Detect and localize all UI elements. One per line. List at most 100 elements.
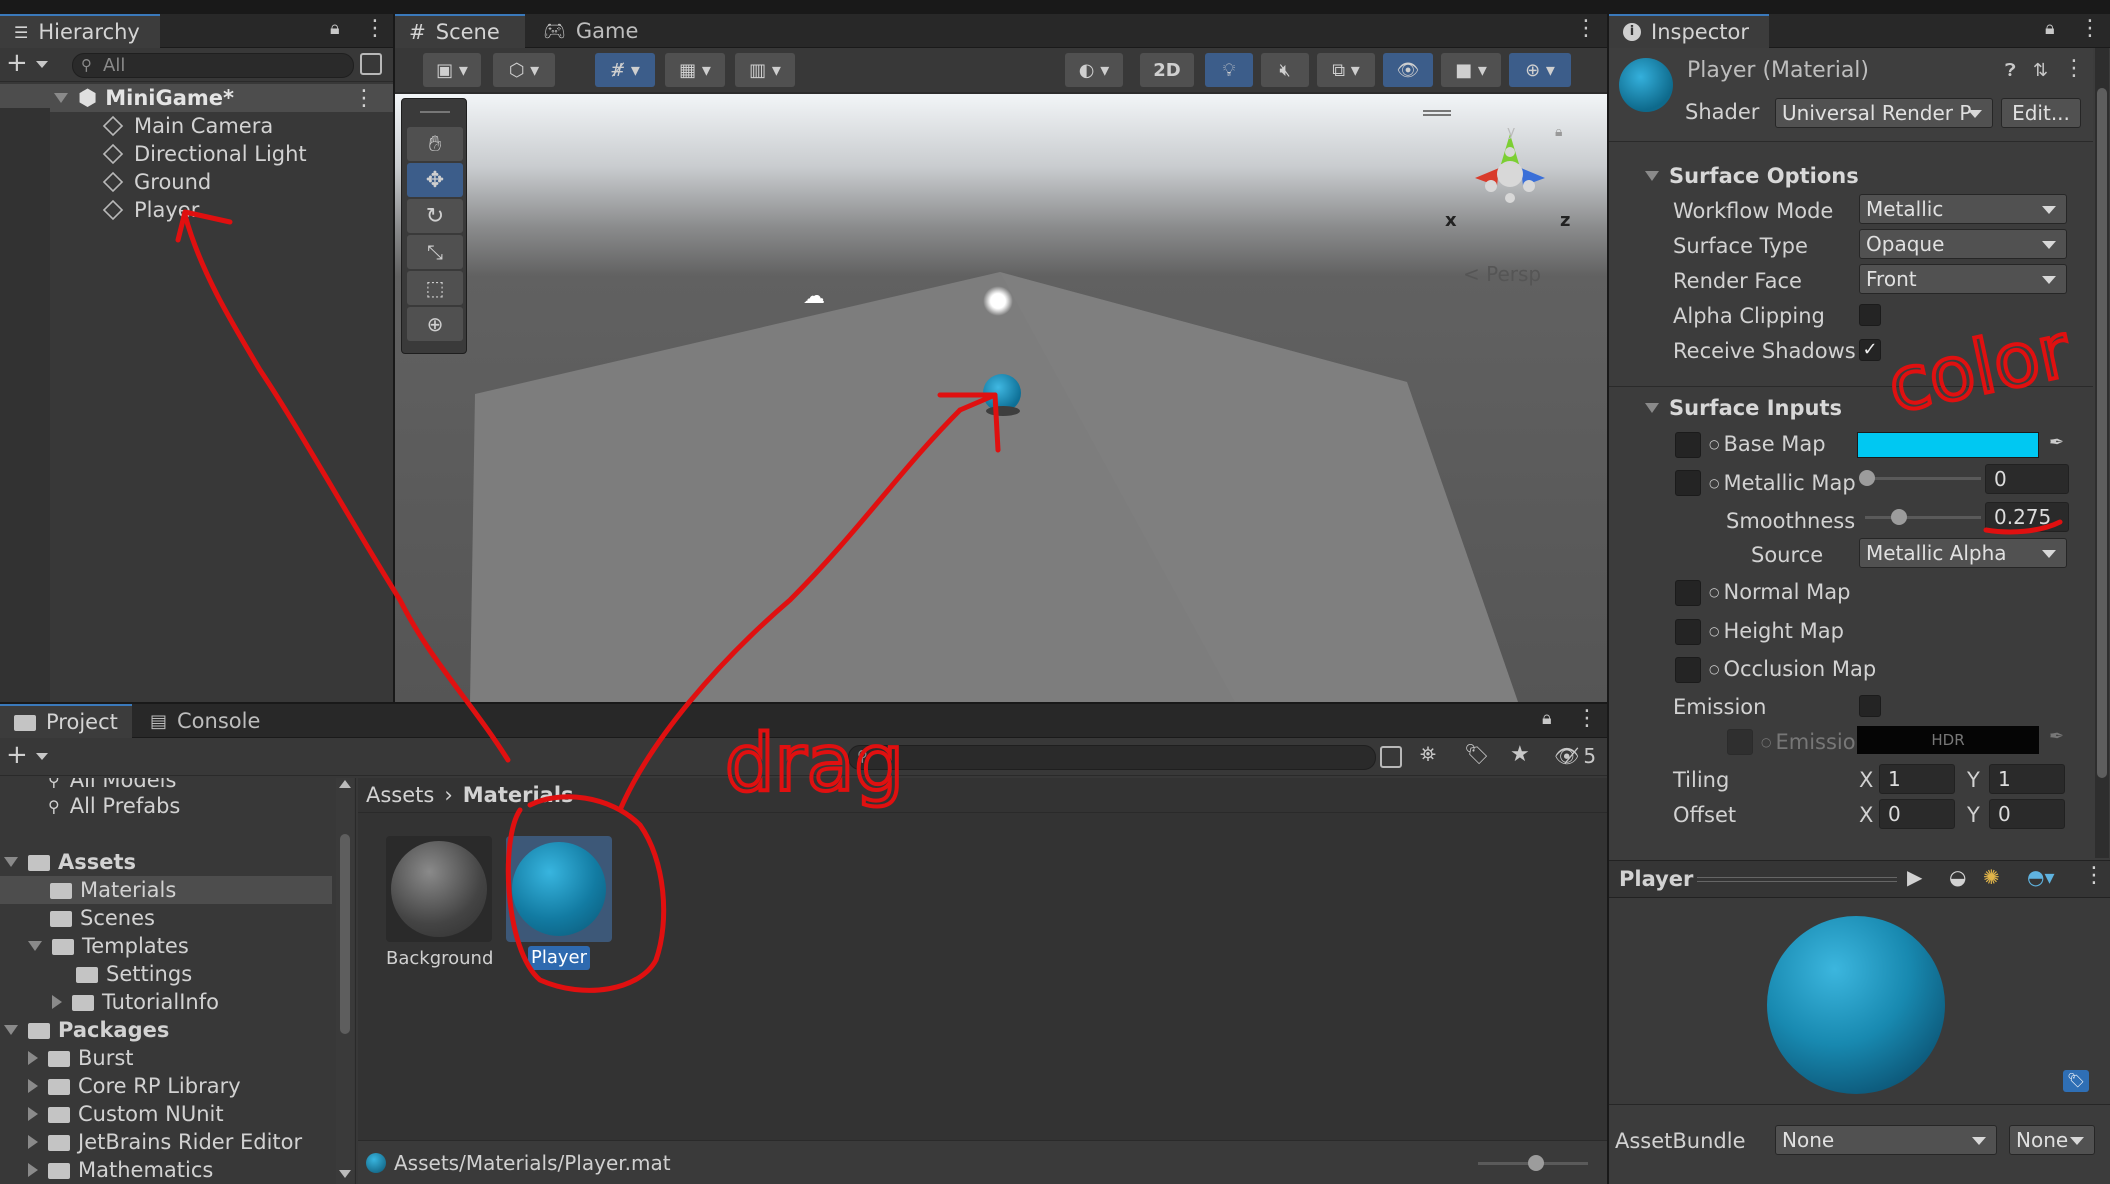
smoothness-source-dropdown[interactable]: Metallic Alpha xyxy=(1859,538,2067,568)
grid-toggle-button[interactable]: ▦ ▾ xyxy=(665,53,725,87)
lighting-toggle-button[interactable]: 💡︎ xyxy=(1205,53,1253,87)
occlusion-map-texture-slot[interactable] xyxy=(1675,657,1701,683)
toggle-2d-button[interactable]: 2D xyxy=(1140,53,1194,87)
tab-project[interactable]: Project xyxy=(0,704,132,738)
hierarchy-item-player[interactable]: Player xyxy=(102,196,199,224)
sidebar-item-settings[interactable]: Settings xyxy=(76,960,192,988)
kebab-menu-icon[interactable]: ⋮ xyxy=(2083,863,2105,888)
kebab-menu-icon[interactable]: ⋮ xyxy=(364,16,386,41)
grid-snap-button[interactable]: #̸ ▾ xyxy=(595,53,655,87)
expand-arrow-icon[interactable] xyxy=(28,1135,38,1149)
tab-scene[interactable]: # Scene xyxy=(395,14,525,48)
rect-tool-button[interactable]: ⬚ xyxy=(407,271,463,305)
add-icon[interactable]: + xyxy=(6,48,28,78)
scroll-down-icon[interactable] xyxy=(339,1170,351,1178)
base-color-swatch[interactable] xyxy=(1857,432,2039,458)
asset-tile-player[interactable]: Player xyxy=(506,836,612,972)
rotate-tool-button[interactable]: ↻ xyxy=(407,199,463,233)
metallic-slider-track[interactable] xyxy=(1865,477,1981,480)
sidebar-item-custom-nunit[interactable]: Custom NUnit xyxy=(28,1100,224,1128)
scroll-up-icon[interactable] xyxy=(339,780,351,788)
camera-gizmo-icon[interactable]: ☁︎ xyxy=(803,284,825,309)
palette-handle[interactable] xyxy=(420,111,450,113)
hierarchy-search-input[interactable]: ⚲ All xyxy=(72,53,354,78)
hierarchy-item-main-camera[interactable]: Main Camera xyxy=(102,112,273,140)
smoothness-slider-thumb[interactable] xyxy=(1890,509,1907,525)
workflow-mode-dropdown[interactable]: Metallic xyxy=(1859,194,2067,224)
kebab-menu-icon[interactable]: ⋮ xyxy=(1576,706,1598,731)
tab-console[interactable]: ▤ Console xyxy=(136,704,276,738)
base-map-texture-slot[interactable] xyxy=(1675,432,1701,458)
preview-drag-bar[interactable] xyxy=(1697,877,1897,882)
scale-tool-button[interactable]: ⤡ xyxy=(407,235,463,269)
icon-size-slider-thumb[interactable] xyxy=(1528,1155,1544,1171)
persp-label[interactable]: < Persp xyxy=(1463,262,1541,286)
chevron-down-icon[interactable] xyxy=(36,753,48,760)
effects-button[interactable]: ⧉ ▾ xyxy=(1317,53,1375,87)
preset-icon[interactable]: ⇅ xyxy=(2033,60,2048,81)
expand-arrow-icon[interactable] xyxy=(28,1051,38,1065)
favorite-icon[interactable]: ★ xyxy=(1510,742,1530,767)
tiling-y-field[interactable]: 1 xyxy=(1989,764,2065,794)
chevron-down-icon[interactable] xyxy=(36,61,48,68)
scene-visibility-button[interactable]: 👁︎ xyxy=(1383,53,1433,87)
transform-tool-button[interactable]: ⊕ xyxy=(407,307,463,341)
expand-arrow-icon[interactable] xyxy=(4,857,18,867)
shading-mode-button[interactable]: ◐ ▾ xyxy=(1065,53,1123,87)
expand-arrow-icon[interactable] xyxy=(28,1107,38,1121)
directional-light-icon[interactable] xyxy=(983,286,1013,316)
move-tool-button[interactable]: ✥ xyxy=(407,163,463,197)
sidebar-item-core-rp-library[interactable]: Core RP Library xyxy=(28,1072,241,1100)
metallic-value-field[interactable]: 0 xyxy=(1985,464,2069,494)
surface-type-dropdown[interactable]: Opaque xyxy=(1859,229,2067,259)
breadcrumb-materials[interactable]: Materials xyxy=(463,783,574,807)
scrollbar-thumb[interactable] xyxy=(2097,88,2107,778)
sphere-mesh-icon[interactable]: ◒ xyxy=(1949,865,1966,889)
preview-shape-dropdown[interactable]: ◓▾ xyxy=(2027,865,2055,889)
edit-shader-button[interactable]: Edit... xyxy=(2001,98,2081,128)
sidebar-scrollbar[interactable] xyxy=(336,778,354,1184)
increment-snap-button[interactable]: ▥ ▾ xyxy=(735,53,795,87)
surface-options-header[interactable]: Surface Options xyxy=(1645,162,1859,190)
tab-hierarchy[interactable]: ☰ Hierarchy xyxy=(0,14,160,48)
gizmos-button[interactable]: ⊕ ▾ xyxy=(1509,53,1571,87)
lock-icon[interactable]: 🔒︎ xyxy=(2045,18,2055,39)
surface-inputs-header[interactable]: Surface Inputs xyxy=(1645,394,1842,422)
scene-viewport[interactable]: ☁︎ ✋︎ ✥ ↻ ⤡ ⬚ ⊕ y x z 🔒︎ < Persp xyxy=(395,94,1607,702)
sidebar-item-tutorialinfo[interactable]: TutorialInfo xyxy=(52,988,219,1016)
kebab-menu-icon[interactable]: ⋮ xyxy=(353,86,375,111)
smoothness-slider-track[interactable] xyxy=(1865,516,1981,519)
expand-arrow-icon[interactable] xyxy=(54,93,68,103)
kebab-menu-icon[interactable]: ⋮ xyxy=(2079,16,2101,41)
sidebar-item-mathematics[interactable]: Mathematics xyxy=(28,1156,213,1184)
audio-toggle-button[interactable]: 🔇︎ xyxy=(1261,53,1309,87)
metallic-slider-thumb[interactable] xyxy=(1859,470,1875,486)
kebab-menu-icon[interactable]: ⋮ xyxy=(2063,56,2085,81)
tiling-x-field[interactable]: 1 xyxy=(1879,764,1955,794)
expand-arrow-icon[interactable] xyxy=(4,1025,18,1035)
sidebar-item-materials[interactable]: Materials xyxy=(0,876,332,904)
hand-tool-button[interactable]: ✋︎ xyxy=(407,127,463,161)
hierarchy-item-directional-light[interactable]: Directional Light xyxy=(102,140,307,168)
expand-arrow-icon[interactable] xyxy=(28,941,42,951)
project-search-input[interactable]: ⚲ xyxy=(848,745,1376,770)
scene-camera-button[interactable]: ■ ▾ xyxy=(1441,53,1501,87)
shader-dropdown[interactable]: Universal Render P xyxy=(1775,98,1993,128)
help-icon[interactable]: ❓︎ xyxy=(2005,60,2016,81)
camera-settings-button[interactable]: ⬡ ▾ xyxy=(493,53,555,87)
sidebar-item-assets[interactable]: Assets xyxy=(4,848,136,876)
expand-arrow-icon[interactable] xyxy=(28,1079,38,1093)
smoothness-value-field[interactable]: 0.275 xyxy=(1985,502,2069,532)
light-toggle-icon[interactable]: ✺ xyxy=(1983,865,2000,889)
sidebar-item-jetbrains-rider-editor[interactable]: JetBrains Rider Editor xyxy=(28,1128,302,1156)
lock-icon[interactable]: 🔒︎ xyxy=(330,18,340,39)
normal-map-texture-slot[interactable] xyxy=(1675,580,1701,606)
add-icon[interactable]: + xyxy=(6,740,28,770)
emission-checkbox[interactable] xyxy=(1859,695,1881,717)
label-filter-icon[interactable]: 🏷︎ xyxy=(1464,742,1489,766)
height-map-texture-slot[interactable] xyxy=(1675,619,1701,645)
scene-row[interactable]: ⬢ MiniGame* ⋮ xyxy=(0,84,393,112)
sidebar-item-all-prefabs[interactable]: ⚲ All Prefabs xyxy=(48,792,180,820)
gizmo-lock-icon[interactable]: 🔒︎ xyxy=(1555,124,1562,140)
inspector-scrollbar[interactable] xyxy=(2095,48,2109,858)
